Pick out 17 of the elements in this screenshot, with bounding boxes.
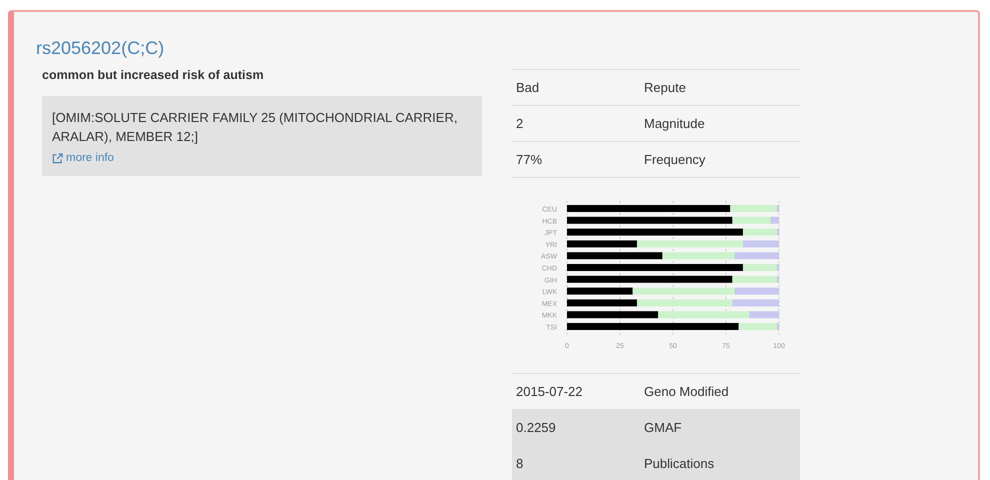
summary-text: common but increased risk of autism bbox=[42, 68, 265, 82]
more-info-link[interactable]: more info bbox=[52, 152, 114, 164]
external-link-icon bbox=[52, 152, 63, 164]
fact-label: GMAF bbox=[644, 420, 682, 435]
fact-label: Magnitude bbox=[644, 116, 705, 131]
fact-label: Geno Modified bbox=[644, 384, 729, 399]
fact-value: 2015-07-22 bbox=[515, 384, 584, 399]
snp-title-link[interactable]: rs2056202(C;C) bbox=[36, 38, 164, 59]
fact-label: Frequency bbox=[644, 152, 706, 167]
fact-label: Publications bbox=[644, 456, 714, 471]
fact-value: 0.2259 bbox=[515, 420, 557, 435]
fact-value: 77% bbox=[515, 152, 544, 167]
fact-label: Repute bbox=[644, 80, 686, 95]
omim-text: [OMIM:SOLUTE CARRIER FAMILY 25 (MITOCHONDRIAL CARRIER, ARALAR), MEMBER 12;] bbox=[52, 109, 458, 146]
fact-value: 2 bbox=[515, 116, 524, 131]
fact-value: Bad bbox=[515, 80, 540, 95]
fact-value: 8 bbox=[515, 456, 524, 471]
